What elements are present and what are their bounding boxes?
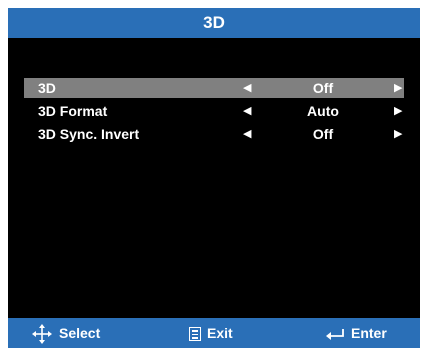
footer-select-label: Select (59, 325, 101, 341)
menu-item-value: Auto (307, 103, 339, 119)
menu-item-3d-format[interactable]: 3D Format ◀ Auto ▶ (24, 101, 404, 121)
menu-item-label: 3D Sync. Invert (38, 126, 140, 142)
menu-item-label: 3D (38, 80, 56, 96)
footer-enter[interactable]: Enter (325, 318, 387, 348)
osd-menu-window: 3D 3D ◀ Off ▶ 3D Format ◀ Auto ▶ 3D Sync… (8, 8, 420, 348)
triangle-left-icon[interactable]: ◀ (243, 78, 251, 98)
footer-bar: Select Exit Enter (8, 318, 420, 348)
triangle-left-icon[interactable]: ◀ (243, 124, 251, 144)
menu-list: 3D ◀ Off ▶ 3D Format ◀ Auto ▶ 3D Sync. I… (24, 78, 404, 147)
four-way-arrows-icon (32, 324, 52, 345)
triangle-right-icon[interactable]: ▶ (394, 101, 402, 121)
triangle-left-icon[interactable]: ◀ (243, 101, 251, 121)
menu-item-label: 3D Format (38, 103, 108, 119)
enter-return-icon (326, 329, 344, 341)
menu-item-value: Off (312, 80, 334, 96)
footer-exit-label: Exit (207, 325, 233, 341)
triangle-right-icon[interactable]: ▶ (394, 124, 402, 144)
footer-enter-label: Enter (351, 325, 387, 341)
menu-item-value: Off (312, 126, 334, 142)
triangle-right-icon[interactable]: ▶ (394, 78, 402, 98)
menu-item-3d-sync-invert[interactable]: 3D Sync. Invert ◀ Off ▶ (24, 124, 404, 144)
menu-box-icon (189, 327, 201, 342)
footer-exit[interactable]: Exit (189, 318, 233, 348)
footer-select[interactable]: Select (31, 318, 100, 348)
menu-title: 3D (8, 8, 420, 38)
menu-item-3d[interactable]: 3D ◀ Off ▶ (24, 78, 404, 98)
